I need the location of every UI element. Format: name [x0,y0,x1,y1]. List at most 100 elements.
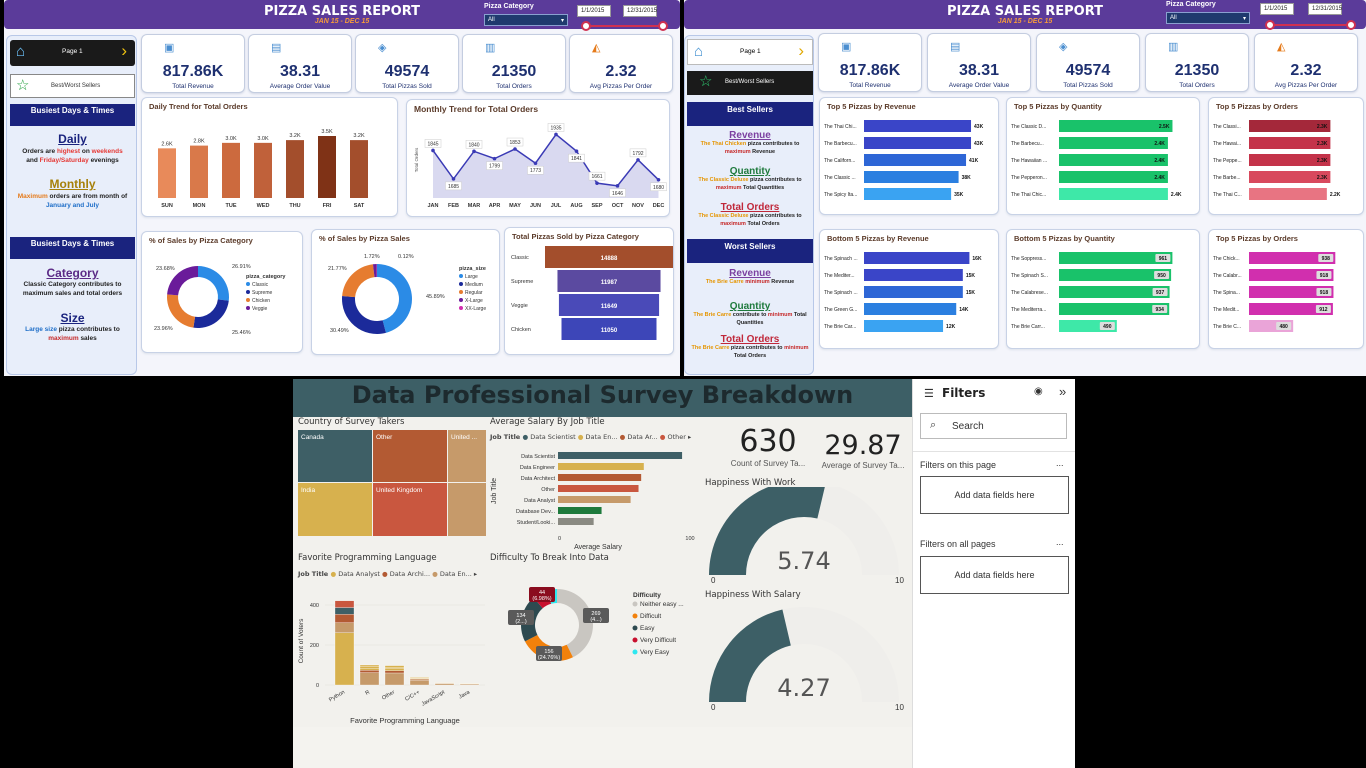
lang-bar-segment [359,664,380,667]
hbar-value: 15K [966,290,976,296]
daily-bar [158,148,176,198]
difficulty-legend-title: Difficulty [633,592,661,599]
next-page-icon[interactable]: › [121,41,127,61]
salary-bar-chart[interactable]: Data Scientist Data Engineer Data Architec… [488,443,698,555]
daily-bar-label: 2.6K [161,141,173,147]
home-icon[interactable]: ⌂ [16,43,25,60]
add-page-filter-box[interactable]: Add data fields here [920,476,1069,514]
slider-start-handle-2[interactable] [1265,20,1275,30]
eye-icon[interactable]: ◉ [1034,386,1043,397]
best-worst-button-2[interactable]: ☆ Best/Worst Sellers [687,71,813,95]
daily-axis-label: SUN [161,203,173,209]
lang-bar-segment [384,672,405,686]
insight-hi: The Classic Deluxe [698,177,749,183]
hbar-category: The Soppress... [1011,256,1046,262]
search-placeholder: Search [952,421,984,432]
next-page-icon[interactable]: › [798,41,804,61]
salary-bar [558,485,639,492]
legend-marker [459,282,463,286]
size-hi2: maximum [48,335,79,342]
daily-bar [254,142,272,198]
difficulty-donut-chart[interactable]: 269(4...)156(24.76%)134(2...)44(6.98%) Di… [490,565,700,695]
page-nav-2[interactable]: ⌂ Page 1 › [687,39,813,65]
hbar-value: 2.4K [1171,192,1182,198]
salary-legend[interactable]: Job Title ● Data Scientist ● Data En... … [490,433,691,441]
funnel-value: 11649 [601,304,618,310]
size-donut-chart: pizza_size Large Medium Regular X-Large XX-La… [328,254,486,334]
hbar-value: 12K [946,324,956,330]
slider-end-handle[interactable] [658,21,668,31]
category-insight: Category Classic Category contributes to… [10,266,135,298]
salary-category: Student/Looki... [517,520,556,526]
date-from-input-2[interactable]: 1/1/2015 [1260,3,1294,15]
happiness-salary-gauge[interactable]: 4.27 0 10 [701,599,911,723]
monthly-axis-label: DEC [653,203,665,209]
happiness-work-gauge[interactable]: 5.74 0 10 [701,487,911,587]
kpi-card-2: ◈ 49574 Total Pizzas Sold [1036,33,1140,92]
age-label: Average of Survey Ta... [821,461,905,470]
insight-text: The Classic Deluxe pizza contributes to … [687,177,813,192]
lang-category: R [365,690,371,697]
hbar-category: The Hawai... [1213,141,1241,147]
more-options-icon[interactable]: ... [1056,458,1064,468]
collapse-icon[interactable]: » [1059,384,1066,399]
receipt-icon: ▤ [271,42,282,54]
monthly-insight: Monthly Maximum orders are from month of… [10,177,135,210]
donut-slice [193,299,229,328]
daily-hi3: Friday/Saturday [39,157,89,164]
salary-category: Data Architect [521,476,556,482]
hbar-value: 43K [974,124,984,130]
category-filter-select[interactable]: All ▾ [484,14,568,26]
page-nav[interactable]: ⌂ Page 1 › [10,40,135,66]
kpi-card-4: ◭ 2.32 Avg Pizzas Per Order [569,34,673,93]
hbar-value: 480 [1279,324,1288,330]
date-range-slider-2[interactable] [1265,20,1356,30]
worst-sellers-header: Worst Sellers [687,239,813,263]
more-options-icon-2[interactable]: ... [1056,537,1064,547]
date-range-slider[interactable] [581,21,668,31]
lang-bar-segment [384,668,405,671]
kpi-label: Average Order Value [269,83,331,90]
monthly-point-label: 1853 [509,140,520,146]
difficulty-legend-label: Easy [640,625,655,632]
home-icon[interactable]: ⌂ [694,43,703,60]
slider-start-handle[interactable] [581,21,591,31]
hbar-card-1: Top 5 Pizzas by Quantity The Classic D...… [1006,97,1200,215]
date-to-input-2[interactable]: 12/31/2015 [1308,3,1342,15]
lang-legend[interactable]: Job Title ● Data Analyst ● Data Archi...… [298,570,477,578]
add-all-filter-box[interactable]: Add data fields here [920,556,1069,594]
size-insight: Size Large size pizza contributes to max… [10,311,135,343]
kpi-value: 817.86K [839,62,901,79]
star-icon: ☆ [16,77,30,94]
size-post: sales [78,335,97,342]
daily-bar-label: 3.5K [321,129,333,135]
age-value: 29.87 [824,430,902,461]
insight-item-0: Revenue The Thai Chicken pizza contribute… [687,130,813,156]
hbar-category: The Green G... [824,307,857,313]
monthly-point-label: 1646 [612,191,623,197]
date-from-input[interactable]: 1/1/2015 [577,5,611,17]
add-page-filter-label: Add data fields here [954,490,1035,500]
insight-hi2: maximum [715,184,742,191]
count-label: Count of Survey Ta... [730,459,806,468]
lang-stacked-chart[interactable]: 0 200 400 Python R Other C/C++ JavaScript Java Co… [295,579,490,729]
legend-marker [459,290,463,294]
monthly-point [636,158,640,162]
insight-hi: The Brie Carre [705,279,744,285]
age-card: 29.87 Average of Survey Ta... [814,430,912,471]
date-to-input[interactable]: 12/31/2015 [623,5,657,17]
best-worst-button[interactable]: ☆ Best/Worst Sellers [10,74,135,98]
hbar-bar [1059,252,1173,264]
filter-search-box[interactable]: ⌕ Search [920,413,1067,439]
legend-label-title: Job Title [490,433,523,441]
daily-bar [222,142,240,198]
lang-bar-segment [434,683,455,686]
daily-trend-card: Daily Trend for Total Orders 2.6K SUN 2.8K… [141,97,398,217]
country-treemap[interactable]: Canada Other United ... India United Kingdom [298,430,486,536]
monthly-point [513,147,517,151]
slider-end-handle-2[interactable] [1346,20,1356,30]
difficulty-legend-marker [632,637,638,643]
category-filter-select-2[interactable]: All ▾ [1166,12,1250,24]
hbar-category: The Spinach ... [824,256,858,262]
survey-title-bar: Data Professional Survey Breakdown [293,379,912,417]
